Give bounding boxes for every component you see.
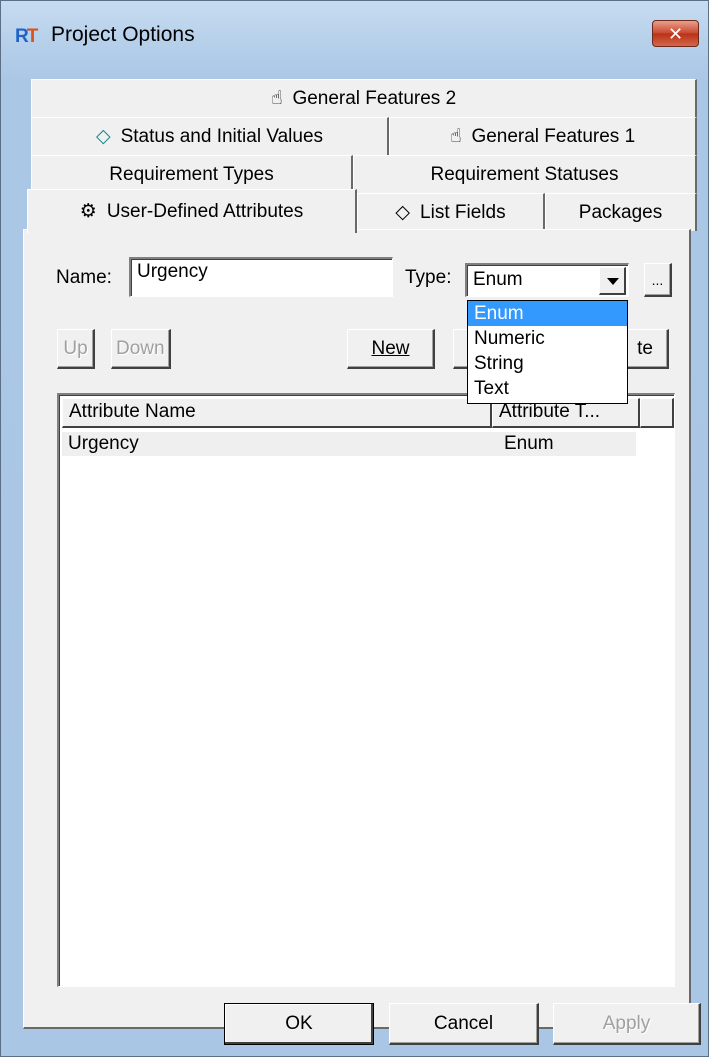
tab-label: User-Defined Attributes bbox=[106, 200, 304, 222]
tab-general-features-2[interactable]: ☝ General Features 2 bbox=[31, 79, 697, 117]
cell-attribute-type: Enum bbox=[504, 433, 554, 454]
hand-icon: ☝ bbox=[449, 126, 462, 147]
attributes-list[interactable]: Attribute Name Attribute T... Urgency En… bbox=[57, 393, 675, 987]
browse-button[interactable]: ... bbox=[644, 263, 672, 297]
chevron-down-icon[interactable] bbox=[599, 267, 626, 295]
type-dropdown-list[interactable]: Enum Numeric String Text bbox=[467, 300, 628, 404]
new-label: New bbox=[371, 337, 410, 359]
new-button[interactable]: New bbox=[347, 329, 435, 369]
close-button[interactable]: ✕ bbox=[652, 20, 699, 47]
gear-wand-icon: ⚙ bbox=[79, 201, 97, 222]
window-title: Project Options bbox=[51, 23, 195, 46]
tab-label: Requirement Statuses bbox=[430, 163, 619, 185]
tab-label: Status and Initial Values bbox=[120, 125, 324, 147]
project-options-window: RT Project Options ✕ ☝ General Features … bbox=[0, 0, 709, 1057]
up-label: Up bbox=[63, 337, 88, 359]
tab-label: Requirement Types bbox=[109, 163, 274, 185]
tab-general-features-1[interactable]: ☝ General Features 1 bbox=[389, 117, 697, 155]
diamond-icon: ◇ bbox=[395, 202, 411, 223]
up-button[interactable]: Up bbox=[57, 329, 95, 369]
column-header-filler bbox=[640, 398, 674, 428]
tab-requirement-statuses[interactable]: Requirement Statuses bbox=[353, 155, 697, 193]
type-option[interactable]: String bbox=[468, 351, 627, 376]
tab-label: Packages bbox=[578, 201, 663, 223]
title-bar[interactable]: RT Project Options ✕ bbox=[1, 1, 709, 73]
table-row[interactable]: Urgency Enum bbox=[62, 432, 636, 456]
cell-attribute-name: Urgency bbox=[68, 433, 139, 454]
ok-label: OK bbox=[285, 1013, 313, 1034]
column-header-attribute-name[interactable]: Attribute Name bbox=[62, 398, 492, 428]
tab-label: General Features 2 bbox=[292, 87, 457, 109]
name-field[interactable]: Urgency bbox=[129, 257, 393, 297]
cancel-label: Cancel bbox=[433, 1012, 494, 1034]
tab-requirement-types[interactable]: Requirement Types bbox=[31, 155, 353, 193]
tab-label: General Features 1 bbox=[471, 125, 636, 147]
diamond-outline-icon: ◇ bbox=[95, 126, 111, 147]
tab-list-fields[interactable]: ◇ List Fields bbox=[357, 193, 545, 231]
tab-status-initial-values[interactable]: ◇ Status and Initial Values bbox=[31, 117, 389, 155]
type-option[interactable]: Enum bbox=[468, 301, 627, 326]
type-option[interactable]: Text bbox=[468, 376, 627, 401]
down-button[interactable]: Down bbox=[111, 329, 171, 369]
ok-button[interactable]: OK bbox=[224, 1003, 374, 1045]
type-option[interactable]: Numeric bbox=[468, 326, 627, 351]
delete-label: te bbox=[637, 337, 653, 359]
tab-user-defined-attributes[interactable]: ⚙ User-Defined Attributes bbox=[27, 189, 357, 233]
hand-icon: ☝ bbox=[270, 88, 283, 109]
type-select[interactable]: Enum bbox=[465, 263, 629, 297]
tab-packages[interactable]: Packages bbox=[545, 193, 697, 231]
tab-label: List Fields bbox=[420, 201, 506, 223]
apply-label: Apply bbox=[602, 1012, 651, 1034]
down-label: Down bbox=[116, 337, 165, 359]
type-select-value: Enum bbox=[473, 269, 523, 290]
type-label: Type: bbox=[405, 267, 452, 288]
name-label: Name: bbox=[56, 267, 112, 288]
cancel-button[interactable]: Cancel bbox=[389, 1003, 539, 1045]
apply-button[interactable]: Apply bbox=[553, 1003, 701, 1045]
app-icon: RT bbox=[15, 26, 38, 47]
